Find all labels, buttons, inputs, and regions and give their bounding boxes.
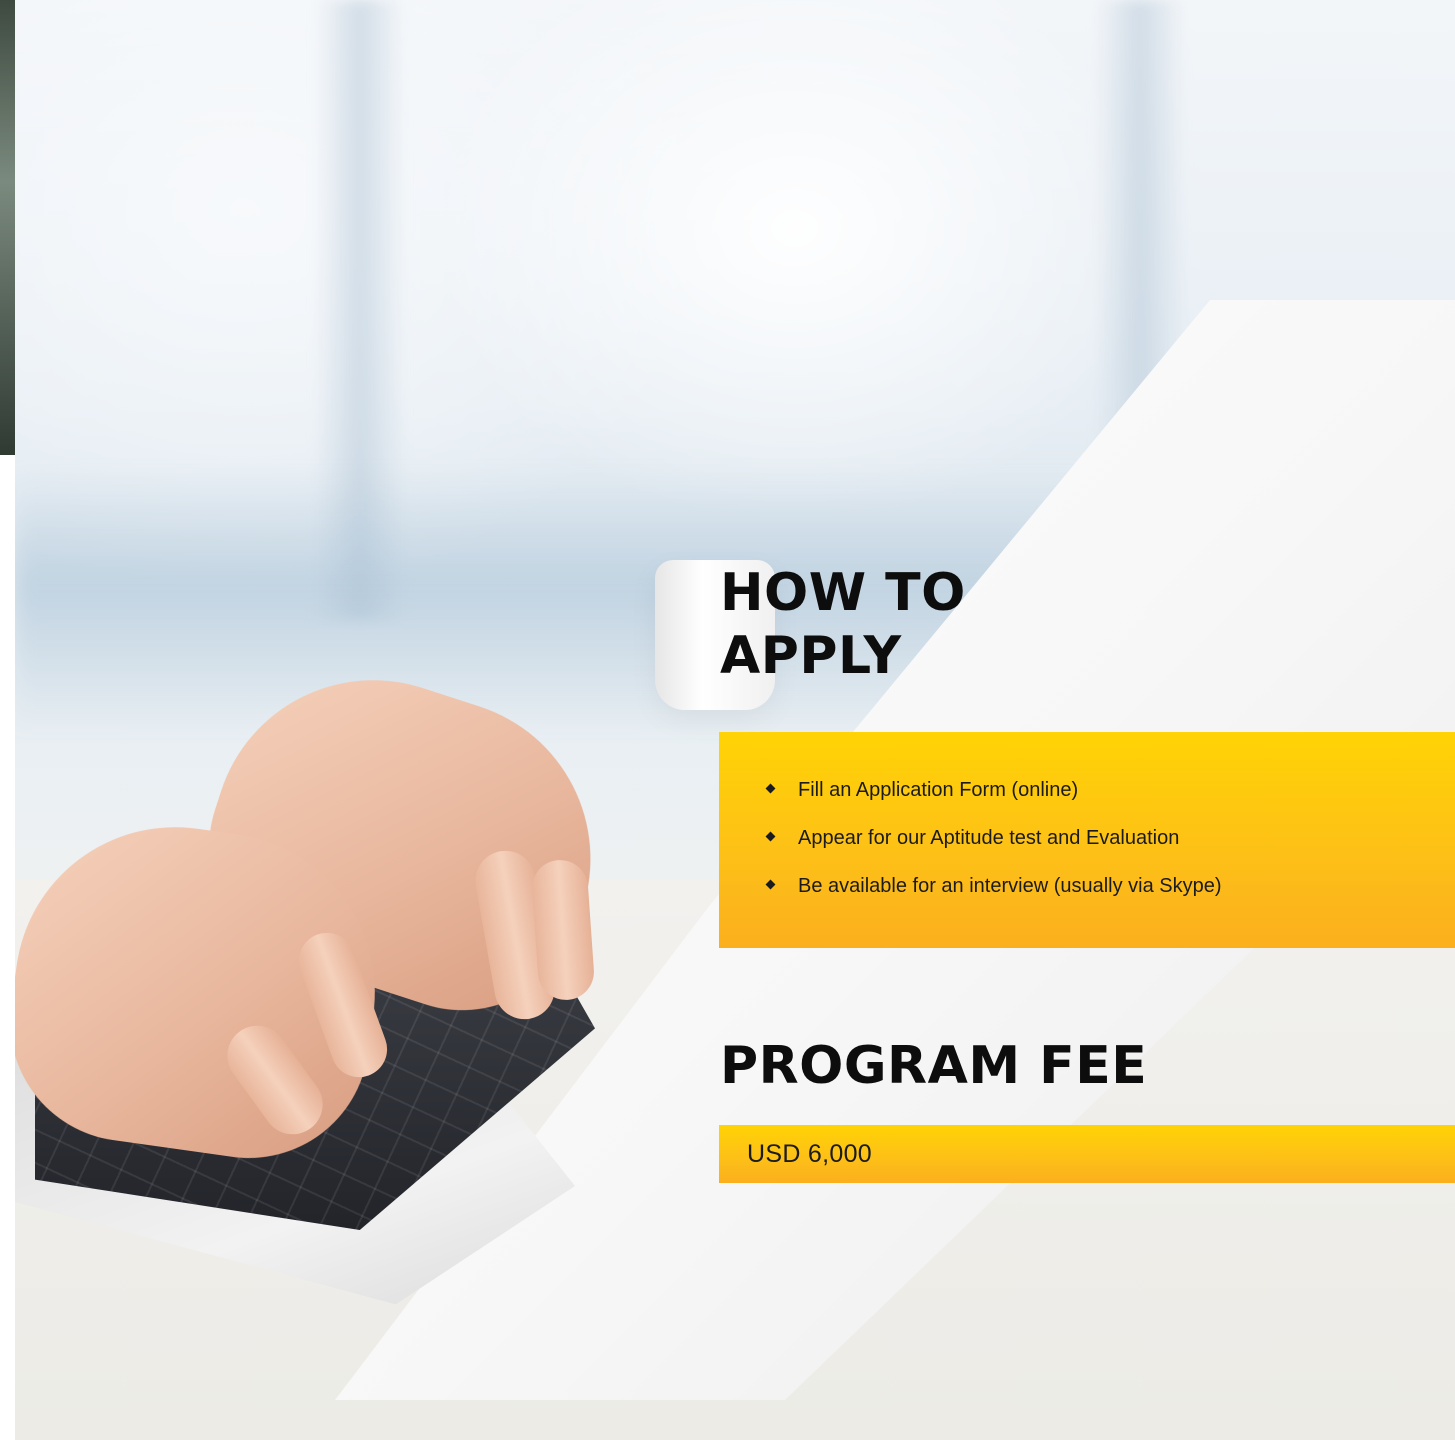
program-fee-heading: PROGRAM FEE — [720, 1036, 1148, 1096]
step-text: Fill an Application Form (online) — [798, 779, 1079, 801]
list-item: Appear for our Aptitude test and Evaluat… — [765, 824, 1222, 872]
how-to-apply-heading-line2: APPLY — [720, 626, 902, 686]
how-to-apply-heading-line1: HOW TO — [720, 563, 966, 623]
background-photo-laptop-typing — [15, 0, 1455, 1440]
list-item: Fill an Application Form (online) — [765, 776, 1222, 824]
finger — [530, 858, 596, 1002]
diamond-bullet-icon — [765, 783, 776, 794]
left-edge-image-strip — [0, 0, 15, 455]
how-to-apply-steps-panel: Fill an Application Form (online) Appear… — [719, 732, 1455, 948]
program-fee-amount: USD 6,000 — [747, 1140, 872, 1168]
program-fee-panel: USD 6,000 — [719, 1125, 1455, 1183]
diamond-bullet-icon — [765, 879, 776, 890]
how-to-apply-steps-list: Fill an Application Form (online) Appear… — [765, 776, 1222, 920]
how-to-apply-heading: HOW TO APPLY — [720, 562, 1050, 688]
list-item: Be available for an interview (usually v… — [765, 872, 1222, 920]
diamond-bullet-icon — [765, 831, 776, 842]
step-text: Be available for an interview (usually v… — [798, 875, 1222, 897]
step-text: Appear for our Aptitude test and Evaluat… — [798, 827, 1180, 849]
